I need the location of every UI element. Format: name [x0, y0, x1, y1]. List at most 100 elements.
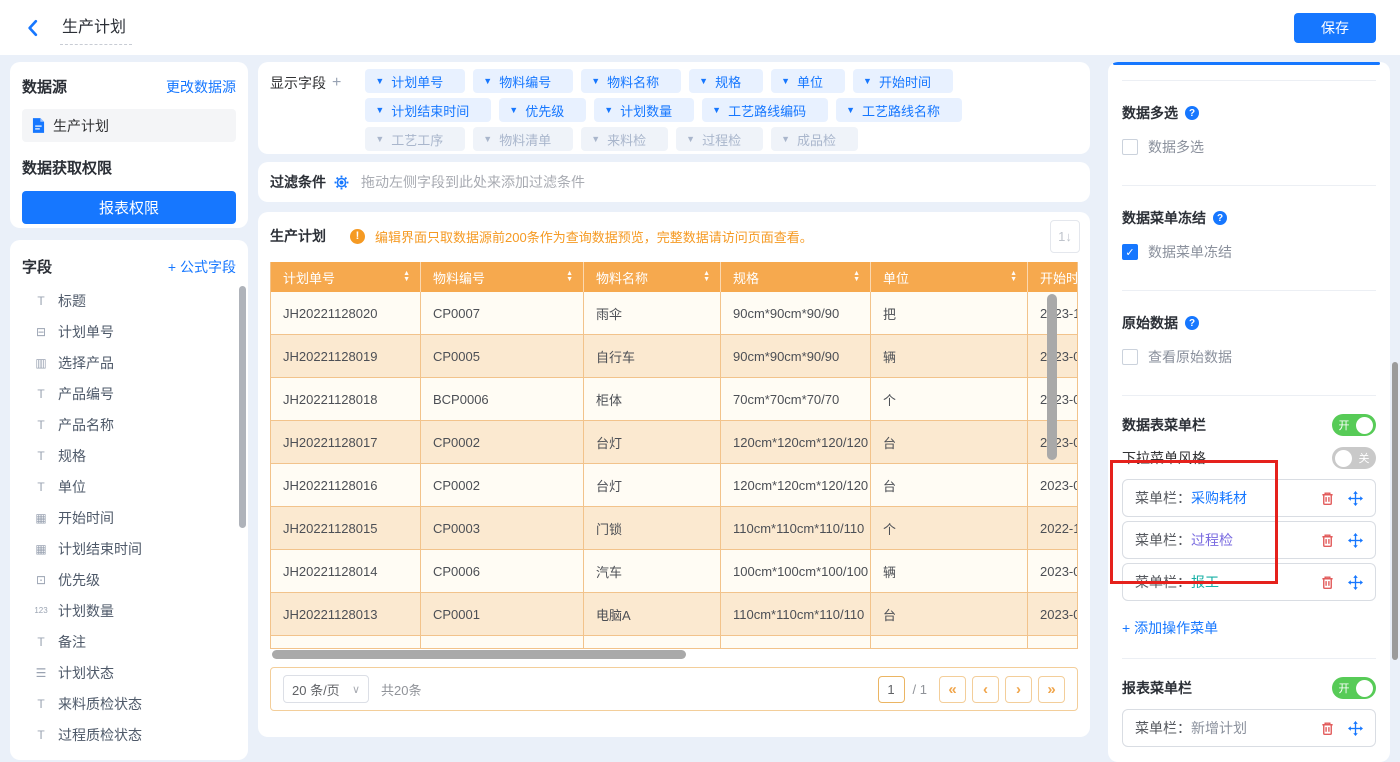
move-icon[interactable] [1348, 721, 1363, 736]
sort-icon[interactable]: ▲▼ [703, 271, 710, 283]
field-item[interactable]: T 产品名称 [22, 409, 236, 440]
raw-data-option[interactable]: 查看原始数据 [1122, 347, 1376, 367]
dropdown-style-toggle[interactable]: 关 [1332, 447, 1376, 469]
change-datasource-link[interactable]: 更改数据源 [166, 77, 236, 97]
back-icon[interactable] [24, 17, 46, 39]
page-number-input[interactable]: 1 [878, 676, 905, 703]
sort-icon[interactable]: ▲▼ [853, 271, 860, 283]
table-cell: 90cm*90cm*90/90 [721, 335, 871, 378]
page-size-select[interactable]: 20 条/页 ∨ [283, 675, 369, 703]
display-field-chip[interactable]: ▼ 计划结束时间 [365, 98, 491, 122]
first-page-button[interactable]: « [939, 676, 966, 703]
sort-tool-button[interactable]: 1↓ [1050, 220, 1080, 253]
filter-placeholder: 拖动左侧字段到此处来添加过滤条件 [361, 172, 585, 192]
table-row[interactable]: JH20221128019CP0005自行车90cm*90cm*90/90辆20… [271, 335, 1077, 378]
table-row[interactable]: JH20221128013CP0001电脑A110cm*110cm*110/11… [271, 593, 1077, 636]
table-row[interactable]: JH20221128016CP0002台灯120cm*120cm*120/120… [271, 464, 1077, 507]
table-row[interactable]: JH20221128014CP0006汽车100cm*100cm*100/100… [271, 550, 1077, 593]
display-field-chip[interactable]: ▼ 计划单号 [365, 69, 465, 93]
table-cell: BCP0006 [421, 378, 584, 421]
display-field-chip[interactable]: ▼ 成品检 [771, 127, 858, 151]
menu-bar-item-link[interactable]: 新增计划 [1191, 718, 1247, 738]
freeze-option[interactable]: ✓ 数据菜单冻结 [1122, 242, 1376, 262]
settings-scrollbar[interactable] [1392, 362, 1398, 660]
sort-icon[interactable]: ▲▼ [1010, 271, 1017, 283]
field-item[interactable]: ▥ 选择产品 [22, 347, 236, 378]
last-page-button[interactable]: » [1038, 676, 1065, 703]
table-row[interactable]: JH20221128015CP0003门锁110cm*110cm*110/110… [271, 507, 1077, 550]
prev-page-button[interactable]: ‹ [972, 676, 999, 703]
freeze-checkbox[interactable]: ✓ [1122, 244, 1138, 260]
display-field-chip[interactable]: ▼ 优先级 [499, 98, 586, 122]
field-item[interactable]: T 产品编号 [22, 378, 236, 409]
field-item[interactable]: 123 计划数量 [22, 595, 236, 626]
next-page-button[interactable]: › [1005, 676, 1032, 703]
table-column-header[interactable]: 物料名称 ▲▼ [584, 262, 721, 292]
report-menu-toggle[interactable]: 开 [1332, 677, 1376, 699]
table-cell: CP0003 [421, 507, 584, 550]
field-item[interactable]: ▦ 开始时间 [22, 502, 236, 533]
display-field-chip[interactable]: ▼ 物料编号 [473, 69, 573, 93]
trash-icon[interactable] [1320, 721, 1335, 736]
table-horizontal-scrollbar[interactable] [272, 650, 686, 659]
table-menu-toggle[interactable]: 开 [1332, 414, 1376, 436]
menu-bar-item-link[interactable]: 采购耗材 [1191, 488, 1247, 508]
menu-bar-item-link[interactable]: 报工 [1191, 572, 1219, 592]
table-row[interactable]: JH20221128012CP0005自行车90cm*90cm*90/90辆20… [271, 636, 1077, 649]
add-display-field-button[interactable]: + [332, 74, 341, 92]
table-column-header[interactable]: 开始时间 ▲▼ [1028, 262, 1078, 292]
help-icon[interactable]: ? [1185, 316, 1199, 330]
move-icon[interactable] [1348, 533, 1363, 548]
table-vertical-scrollbar[interactable] [1047, 294, 1057, 460]
table-row[interactable]: JH20221128017CP0002台灯120cm*120cm*120/120… [271, 421, 1077, 464]
multi-select-checkbox[interactable] [1122, 139, 1138, 155]
trash-icon[interactable] [1320, 575, 1335, 590]
sort-icon[interactable]: ▲▼ [566, 271, 573, 283]
help-icon[interactable]: ? [1213, 211, 1227, 225]
field-item[interactable]: T 标题 [22, 285, 236, 316]
gear-icon[interactable] [334, 175, 349, 190]
display-field-chip[interactable]: ▼ 规格 [689, 69, 763, 93]
field-item[interactable]: ⊟ 计划单号 [22, 316, 236, 347]
field-item[interactable]: ▦ 计划结束时间 [22, 533, 236, 564]
display-field-chip[interactable]: ▼ 开始时间 [853, 69, 953, 93]
move-icon[interactable] [1348, 575, 1363, 590]
display-field-chip[interactable]: ▼ 工艺路线名称 [836, 98, 962, 122]
table-column-header[interactable]: 规格 ▲▼ [721, 262, 871, 292]
raw-data-checkbox[interactable] [1122, 349, 1138, 365]
add-action-menu-link[interactable]: + 添加操作菜单 [1122, 618, 1218, 638]
title-field-icon: T [32, 294, 50, 308]
table-column-header[interactable]: 计划单号 ▲▼ [271, 262, 421, 292]
table-row[interactable]: JH20221128020CP0007雨伞90cm*90cm*90/90把202… [271, 292, 1077, 335]
report-permission-button[interactable]: 报表权限 [22, 191, 236, 224]
display-field-chip[interactable]: ▼ 来料检 [581, 127, 668, 151]
table-column-header[interactable]: 物料编号 ▲▼ [421, 262, 584, 292]
fields-scrollbar[interactable] [239, 286, 246, 528]
menu-bar-item-link[interactable]: 过程检 [1191, 530, 1233, 550]
move-icon[interactable] [1348, 491, 1363, 506]
display-field-chip[interactable]: ▼ 物料名称 [581, 69, 681, 93]
formula-field-link[interactable]: + 公式字段 [168, 257, 236, 277]
table-column-header[interactable]: 单位 ▲▼ [871, 262, 1028, 292]
field-item[interactable]: T 备注 [22, 626, 236, 657]
display-field-chip[interactable]: ▼ 过程检 [676, 127, 763, 151]
field-item[interactable]: T 单位 [22, 471, 236, 502]
field-item[interactable]: ☰ 计划状态 [22, 657, 236, 688]
multi-select-option[interactable]: 数据多选 [1122, 137, 1376, 157]
display-field-chip[interactable]: ▼ 物料清单 [473, 127, 573, 151]
table-row[interactable]: JH20221128018BCP0006柜体70cm*70cm*70/70个20… [271, 378, 1077, 421]
display-field-chip[interactable]: ▼ 工艺工序 [365, 127, 465, 151]
display-field-chip[interactable]: ▼ 工艺路线编码 [702, 98, 828, 122]
field-item[interactable]: T 过程质检状态 [22, 719, 236, 750]
trash-icon[interactable] [1320, 533, 1335, 548]
help-icon[interactable]: ? [1185, 106, 1199, 120]
field-item[interactable]: ⊡ 优先级 [22, 564, 236, 595]
display-field-chip[interactable]: ▼ 单位 [771, 69, 845, 93]
field-item[interactable]: T 来料质检状态 [22, 688, 236, 719]
trash-icon[interactable] [1320, 491, 1335, 506]
field-item[interactable]: T 规格 [22, 440, 236, 471]
datasource-item[interactable]: 生产计划 [22, 109, 236, 142]
sort-icon[interactable]: ▲▼ [403, 271, 410, 283]
display-field-chip[interactable]: ▼ 计划数量 [594, 98, 694, 122]
save-button[interactable]: 保存 [1294, 13, 1376, 43]
